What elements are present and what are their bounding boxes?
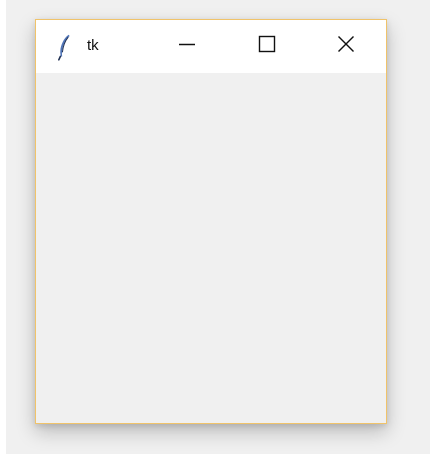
window-client-area [36, 73, 386, 423]
feather-icon [56, 33, 72, 61]
maximize-icon [258, 35, 276, 58]
close-button[interactable] [323, 20, 369, 73]
maximize-button[interactable] [244, 20, 290, 73]
minimize-button[interactable] [164, 20, 210, 73]
title-bar[interactable]: tk [36, 20, 386, 73]
close-icon [337, 35, 355, 58]
minimize-icon [178, 35, 196, 58]
tk-window: tk [35, 19, 387, 424]
window-title: tk [87, 37, 99, 54]
